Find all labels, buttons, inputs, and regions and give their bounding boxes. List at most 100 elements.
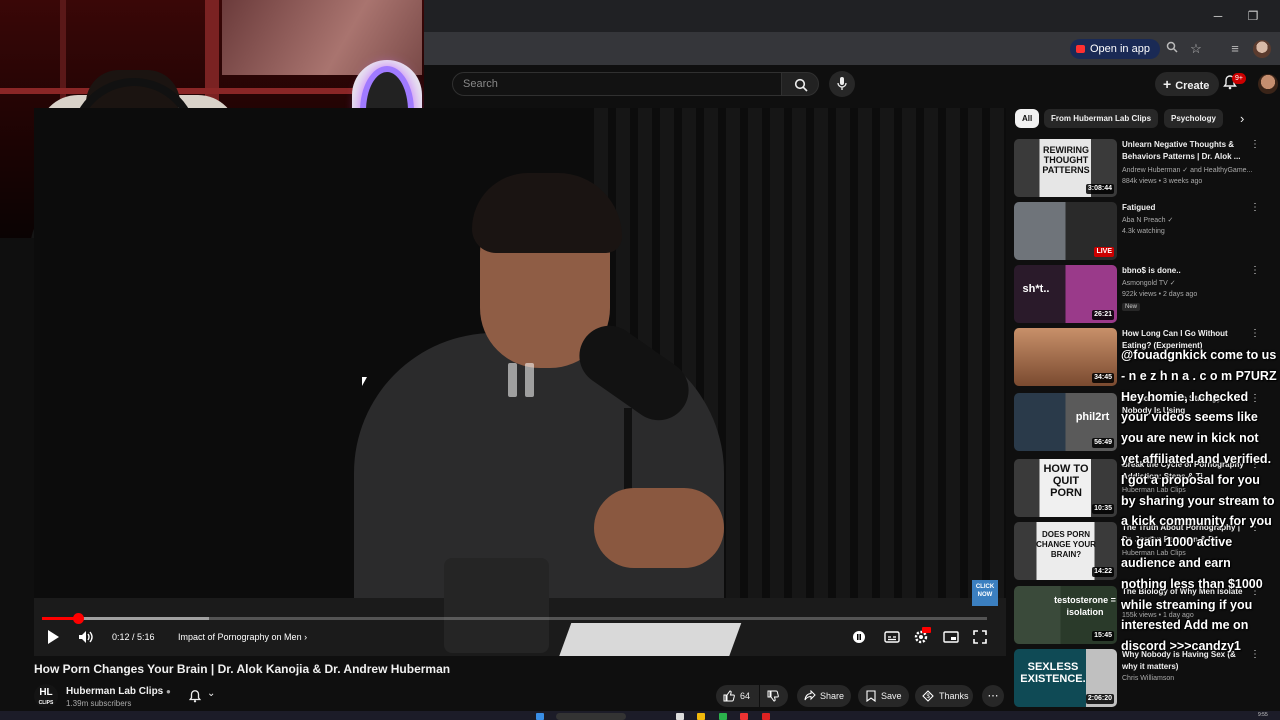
chevron-right-icon: › — [301, 632, 308, 642]
thanks-icon: $ — [922, 690, 934, 702]
search-button[interactable] — [781, 72, 819, 96]
app-icon[interactable] — [762, 713, 770, 720]
chip-psychology[interactable]: Psychology — [1164, 109, 1223, 128]
minimize-icon[interactable]: ─ — [1208, 6, 1228, 26]
share-label: Share — [820, 691, 845, 701]
more-vertical-icon[interactable]: ⋮ — [1250, 265, 1260, 276]
save-label: Save — [881, 691, 902, 701]
more-vertical-icon[interactable]: ⋮ — [1250, 202, 1260, 213]
open-in-app-button[interactable]: Open in app — [1070, 39, 1160, 59]
start-icon[interactable] — [536, 713, 544, 720]
folder-icon[interactable] — [697, 713, 705, 720]
voice-search-button[interactable] — [829, 71, 855, 97]
video-paper — [556, 623, 742, 656]
thanks-label: Thanks — [939, 691, 969, 701]
chip-from-channel[interactable]: From Huberman Lab Clips — [1044, 109, 1159, 128]
bookmark-icon — [866, 690, 876, 702]
recommendation-item[interactable]: LIVE Fatigued Aba N Preach ✓ 4.3k watchi… — [1014, 202, 1264, 260]
more-horizontal-icon: ⋯ — [987, 690, 999, 702]
chapter-label: Impact of Pornography on Men — [178, 632, 302, 642]
chevron-right-icon[interactable]: › — [1240, 111, 1244, 126]
subtitles-button[interactable] — [884, 629, 900, 645]
recommendation-channel: Aba N Preach ✓ — [1122, 217, 1174, 224]
reading-list-icon[interactable]: ≡ — [1225, 39, 1245, 59]
more-vertical-icon[interactable]: ⋮ — [1250, 139, 1260, 150]
play-button[interactable] — [46, 629, 62, 645]
thumbnail-text: HOW TO QUIT PORN — [1043, 463, 1089, 499]
click-now-badge[interactable]: CLICK NOW — [972, 580, 998, 606]
hd-badge — [922, 627, 931, 633]
dislike-button[interactable] — [760, 685, 788, 707]
video-title: How Porn Changes Your Brain | Dr. Alok K… — [34, 662, 451, 676]
like-count: 64 — [740, 691, 751, 701]
taskbar-search[interactable] — [556, 713, 626, 720]
time-display: 0:12 / 5:16 — [112, 632, 155, 642]
channel-name[interactable]: Huberman Lab Clips ● — [66, 686, 171, 697]
recommendation-title: Unlearn Negative Thoughts & Behaviors Pa… — [1122, 140, 1241, 161]
browser-profile-avatar[interactable] — [1253, 40, 1271, 58]
volume-button[interactable] — [78, 629, 94, 645]
app-icon[interactable] — [719, 713, 727, 720]
recommendation-meta: 884k views • 3 weeks ago — [1122, 178, 1203, 185]
video-duration: 56:49 — [1092, 438, 1114, 448]
settings-button[interactable] — [913, 627, 931, 645]
search-input[interactable]: Search — [452, 72, 782, 96]
recommendation-thumbnail: LIVE — [1014, 202, 1117, 260]
video-duration: 14:22 — [1092, 567, 1114, 577]
recommendation-thumbnail: sh*t.. 26:21 — [1014, 265, 1117, 323]
channel-subscribers: 1.39m subscribers — [66, 699, 132, 708]
thumbnail-text: DOES PORN CHANGE YOUR BRAIN? — [1036, 530, 1096, 559]
thanks-button[interactable]: $ Thanks — [915, 685, 973, 707]
microphone-icon — [837, 77, 847, 90]
recommendation-title: Fatigued — [1122, 203, 1156, 212]
create-label: Create — [1175, 80, 1210, 92]
recommendation-thumbnail: HOW TO QUIT PORN 10:35 — [1014, 459, 1117, 517]
autoplay-icon — [853, 631, 865, 643]
recommendation-thumbnail: SEXLESS EXISTENCE. 2:06:20 — [1014, 649, 1117, 707]
recommendation-channel: Asmongold TV ✓ — [1122, 280, 1176, 287]
channel-avatar[interactable]: HL CLIPS — [34, 684, 58, 708]
channel-logo-text: HL — [39, 687, 53, 698]
subscribed-bell-button[interactable]: ⌄ — [182, 686, 224, 706]
autoplay-toggle[interactable] — [851, 629, 867, 645]
zoom-icon[interactable] — [1162, 39, 1182, 59]
like-button[interactable]: 64 — [716, 685, 759, 707]
share-icon — [804, 690, 816, 701]
recommendation-thumbnail: phil2rt 56:49 — [1014, 393, 1117, 451]
account-avatar[interactable] — [1258, 74, 1278, 94]
thumbnail-text: testosterone = isolation — [1054, 595, 1116, 617]
fullscreen-button[interactable] — [972, 629, 988, 645]
share-button[interactable]: Share — [797, 685, 851, 707]
file-explorer-icon[interactable] — [676, 713, 684, 720]
youtube-icon — [1076, 45, 1085, 53]
recommendation-thumbnail: DOES PORN CHANGE YOUR BRAIN? 14:22 — [1014, 522, 1117, 580]
chip-all[interactable]: All — [1015, 109, 1040, 128]
chevron-down-icon: ⌄ — [207, 688, 216, 699]
app-icon[interactable] — [740, 713, 748, 720]
video-duration: 2:06:20 — [1085, 694, 1114, 704]
thumbnail-text: phil2rt — [1075, 411, 1110, 423]
video-duration: 34:45 — [1092, 373, 1114, 383]
live-badge: LIVE — [1094, 247, 1114, 257]
fullscreen-icon — [973, 630, 987, 644]
bookmark-star-icon[interactable]: ☆ — [1186, 39, 1206, 59]
recommendation-item[interactable]: REWIRING THOUGHT PATTERNS 3:08:44 Unlear… — [1014, 139, 1264, 197]
recommendation-channel: Andrew Huberman ✓ and HealthyGame... — [1122, 167, 1253, 174]
create-button[interactable]: + Create — [1155, 72, 1220, 96]
recommendation-meta: 4.3k watching — [1122, 228, 1165, 235]
notification-count-badge: 9+ — [1232, 73, 1246, 84]
restore-icon[interactable]: ❐ — [1243, 6, 1263, 26]
progress-scrubber[interactable] — [72, 613, 84, 624]
video-duration: 3:08:44 — [1085, 184, 1114, 194]
miniplayer-button[interactable] — [943, 629, 959, 645]
video-player[interactable]: CLICK NOW — [34, 108, 1006, 656]
recommendation-item[interactable]: sh*t.. 26:21 bbno$ is done.. Asmongold T… — [1014, 265, 1264, 323]
more-vertical-icon[interactable]: ⋮ — [1250, 328, 1260, 339]
recommendation-thumbnail: testosterone = isolation 15:45 — [1014, 586, 1117, 644]
recommendation-thumbnail: 34:45 — [1014, 328, 1117, 386]
chapter-button[interactable]: Impact of Pornography on Men › — [178, 628, 307, 646]
more-actions-button[interactable]: ⋯ — [982, 685, 1004, 707]
recommendation-thumbnail: REWIRING THOUGHT PATTERNS 3:08:44 — [1014, 139, 1117, 197]
save-button[interactable]: Save — [858, 685, 909, 707]
recommendation-item[interactable]: SEXLESS EXISTENCE. 2:06:20 Why Nobody is… — [1014, 649, 1264, 707]
